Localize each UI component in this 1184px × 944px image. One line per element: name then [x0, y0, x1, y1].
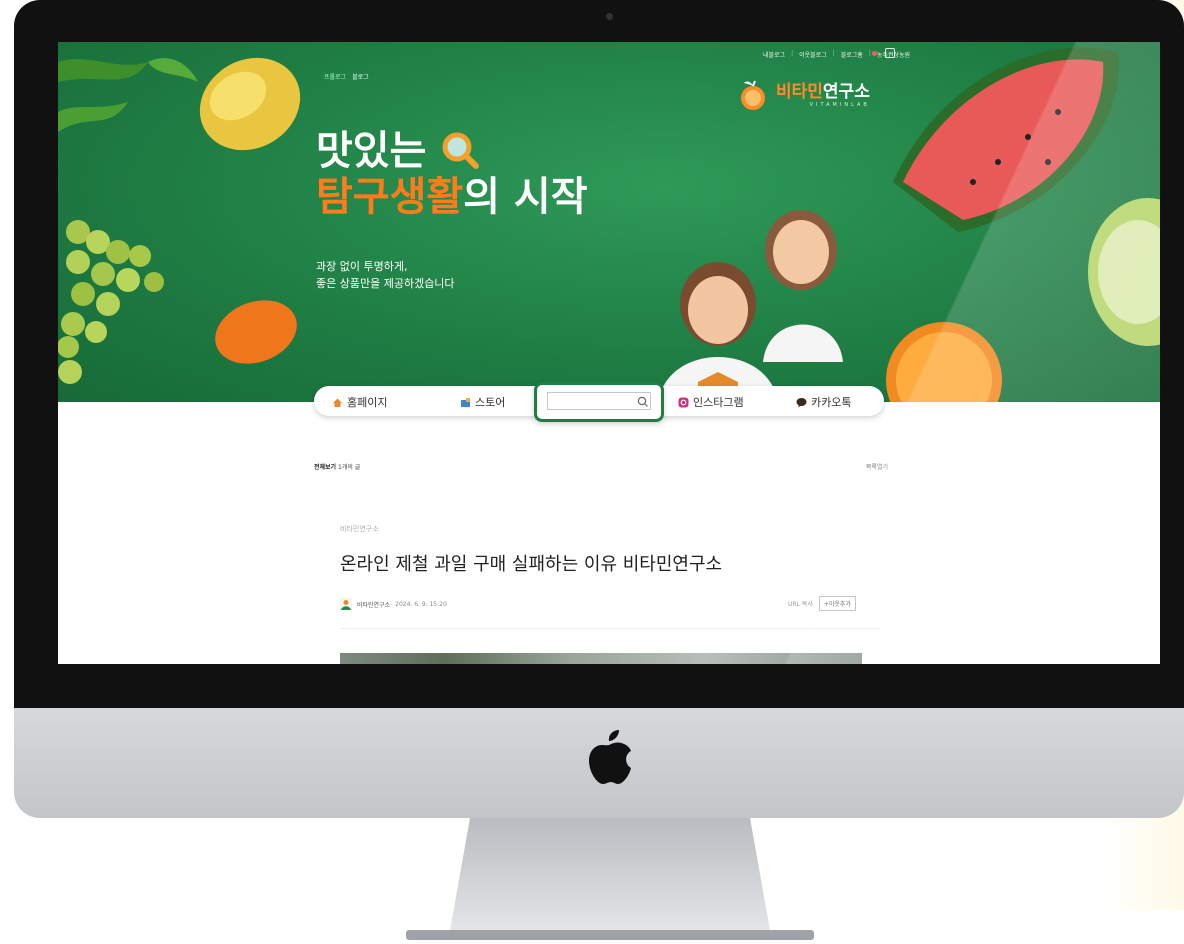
- nav-kakaotalk-label: 카카오톡: [811, 396, 852, 409]
- top-link-blog-home[interactable]: 블로그홈: [841, 50, 863, 59]
- nav-store[interactable]: 스토어: [460, 394, 505, 410]
- grapes-illustration: [58, 220, 164, 384]
- search-icon[interactable]: [636, 395, 650, 409]
- nav-instagram-label: 인스타그램: [693, 396, 744, 409]
- brand-subtitle: VITAMINLAB: [809, 101, 870, 108]
- brand-logo[interactable]: 비타민연구소 VITAMINLAB: [736, 78, 870, 112]
- author-avatar[interactable]: [340, 598, 352, 610]
- nav-homepage-label: 홈페이지: [347, 396, 388, 409]
- headline-line-2: 탐구생활의 시작: [316, 174, 588, 220]
- nav-store-label: 스토어: [475, 396, 506, 409]
- home-icon: [333, 398, 342, 407]
- post-date: 2024. 6. 9. 15:20: [395, 600, 447, 608]
- add-neighbor-button[interactable]: +이웃추가: [818, 596, 856, 611]
- hero-headline: 맛있는 탐구생활의 시작: [316, 128, 588, 220]
- nav-instagram[interactable]: 인스타그램: [678, 394, 744, 410]
- brand-text: 비타민연구소 VITAMINLAB: [776, 81, 870, 108]
- hero-tagline: 과장 없이 투명하게, 좋은 상품만을 제공하겠습니다: [316, 258, 455, 292]
- hero-banner: 내블로그 | 이웃블로그 | 블로그홈 | 농주권상농원 프롤로그 블로그 비타…: [58, 42, 1160, 402]
- nav-kakaotalk[interactable]: 카카오톡: [796, 394, 851, 410]
- search-input[interactable]: [547, 392, 651, 410]
- magnifier-icon: [442, 132, 480, 169]
- post-list-header: 전체보기 1개의 글: [314, 462, 360, 471]
- breadcrumb-blog[interactable]: 블로그: [352, 72, 369, 81]
- apple-logo-icon: [589, 730, 631, 784]
- breadcrumb: 프롤로그 블로그: [324, 72, 369, 81]
- tagline-line-2: 좋은 상품만을 제공하겠습니다: [316, 277, 455, 290]
- list-heading[interactable]: 전체보기: [314, 464, 336, 471]
- brand-name: 비타민연구소: [776, 81, 870, 102]
- instagram-icon: [678, 397, 689, 407]
- post-actions: URL 복사 +이웃추가: [788, 596, 856, 611]
- camera-dot: [606, 13, 613, 20]
- post-title[interactable]: 온라인 제철 과일 구매 실패하는 이유 비타민연구소: [340, 550, 722, 576]
- top-link-neighbor-blog[interactable]: 이웃블로그: [799, 50, 827, 59]
- app-grid-icon[interactable]: [885, 48, 895, 58]
- separator: |: [832, 50, 835, 57]
- fruit-decorations: [58, 47, 1160, 402]
- orange-illustration: [886, 322, 1002, 402]
- url-copy-button[interactable]: URL 복사: [788, 599, 813, 608]
- breadcrumb-prologue[interactable]: 프롤로그: [324, 72, 346, 81]
- post-image: [340, 653, 862, 664]
- top-link-my-blog[interactable]: 내블로그: [763, 50, 785, 59]
- separator: |: [791, 50, 794, 57]
- orange-logo-icon: [741, 80, 765, 110]
- imac-stand-base: [406, 930, 814, 940]
- post-category[interactable]: 비타민연구소: [340, 524, 379, 534]
- divider: [340, 628, 880, 629]
- kakaotalk-icon: [796, 397, 807, 407]
- screen: 내블로그 | 이웃블로그 | 블로그홈 | 농주권상농원 프롤로그 블로그 비타…: [58, 42, 1160, 664]
- tagline-line-1: 과장 없이 투명하게,: [316, 260, 408, 273]
- imac-stand: [450, 818, 770, 930]
- store-icon: [461, 397, 470, 407]
- leaves-illustration: [58, 58, 198, 132]
- separator: |: [868, 50, 871, 57]
- post-meta: 비타민연구소 2024. 6. 9. 15:20: [340, 598, 447, 610]
- post-count: 1개의 글: [338, 464, 361, 471]
- search-input-value: [548, 401, 551, 411]
- watermelon-illustration: [893, 47, 1119, 232]
- tangerine-illustration: [215, 300, 297, 364]
- headline-line-1: 맛있는: [316, 128, 588, 174]
- nav-homepage[interactable]: 홈페이지: [332, 394, 387, 410]
- post-author[interactable]: 비타민연구소: [357, 600, 390, 609]
- notification-dot: [872, 51, 877, 56]
- list-toggle-button[interactable]: 목록열기: [866, 462, 888, 471]
- search-box: [534, 382, 664, 422]
- characters-illustration: [658, 210, 843, 402]
